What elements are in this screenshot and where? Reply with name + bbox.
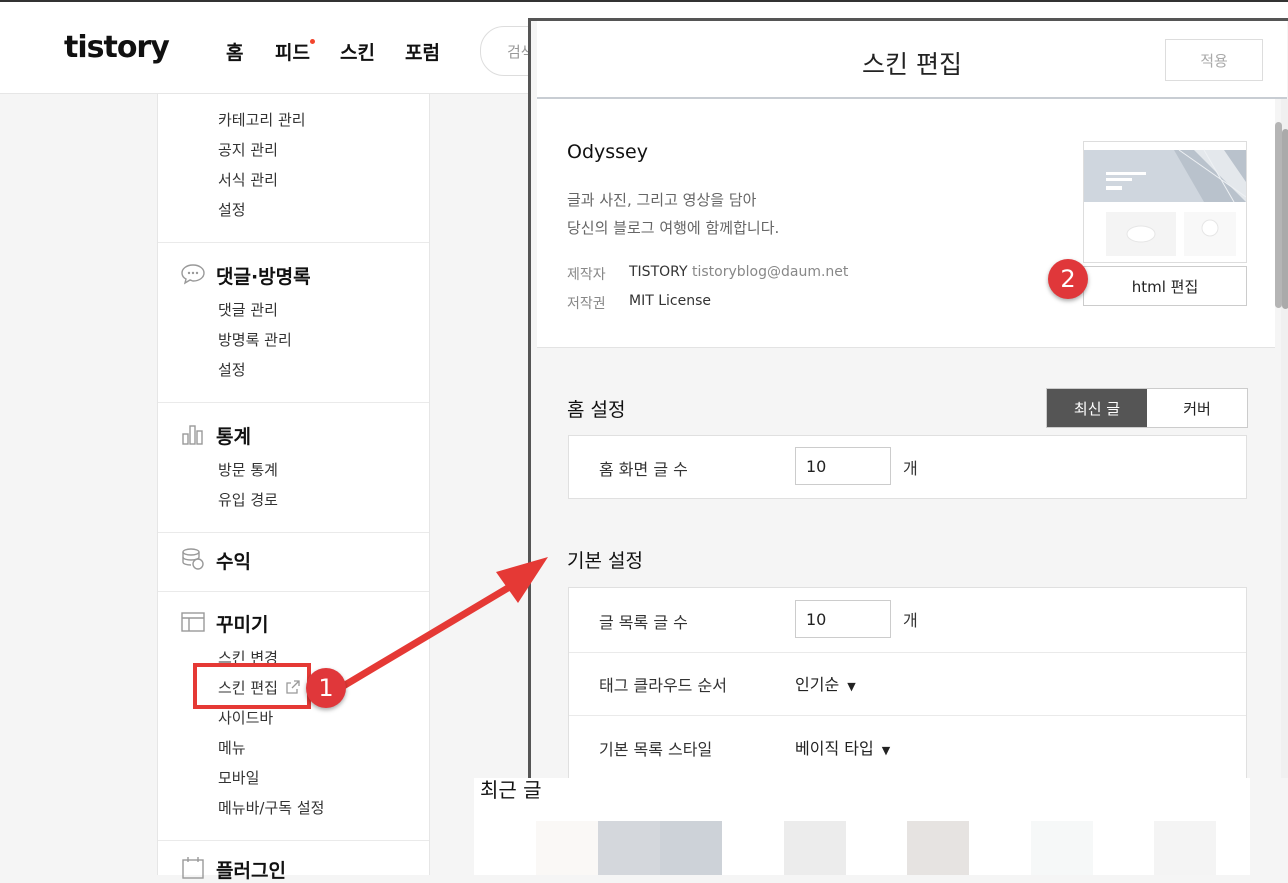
annotation-arrow — [336, 557, 548, 692]
step-badge-2: 2 — [1048, 259, 1088, 299]
step-badge-1: 1 — [306, 668, 346, 708]
